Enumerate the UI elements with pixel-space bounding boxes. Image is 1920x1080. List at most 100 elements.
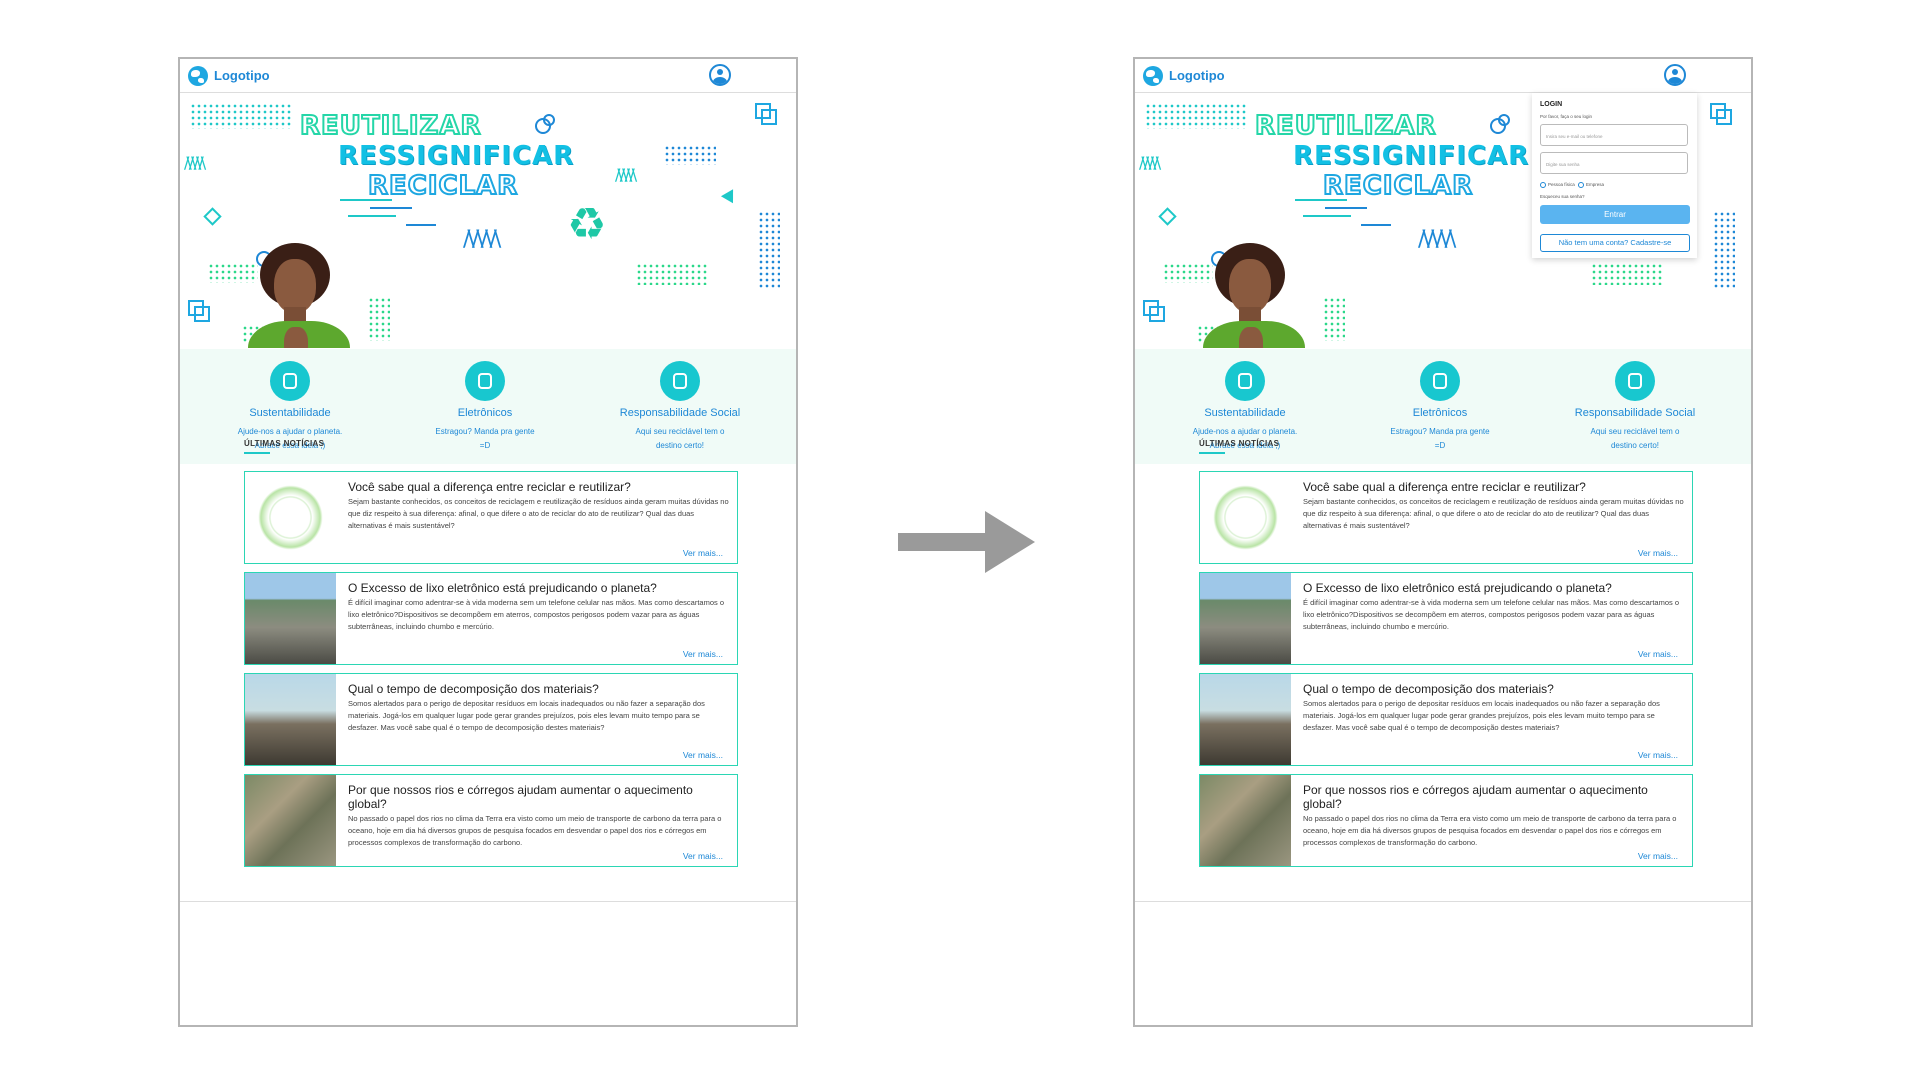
woman-photo xyxy=(1203,243,1313,348)
read-more-link[interactable]: Ver mais... xyxy=(683,548,723,558)
hero-banner: /\/\/\/\ /\/\/\/\ /\/\/\/\ REUTILIZAR RE… xyxy=(180,93,796,348)
category-description: Aqui seu reciclável tem o destino certo! xyxy=(635,427,725,450)
news-title: Qual o tempo de decomposição dos materia… xyxy=(1303,682,1554,696)
read-more-link[interactable]: Ver mais... xyxy=(683,750,723,760)
arrow-head xyxy=(985,511,1035,573)
circle-shape xyxy=(1498,114,1510,126)
line-shape xyxy=(1361,224,1391,226)
news-card[interactable]: Por que nossos rios e córregos ajudam au… xyxy=(1199,774,1693,867)
read-more-link[interactable]: Ver mais... xyxy=(1638,851,1678,861)
news-title: Você sabe qual a diferença entre recicla… xyxy=(348,480,631,494)
news-text: Somos alertados para o perigo de deposit… xyxy=(348,699,705,732)
login-submit-button[interactable]: Entrar xyxy=(1540,205,1690,224)
news-image xyxy=(1200,472,1291,563)
banner-word-ressignificar: RESSIGNIFICAR xyxy=(1293,141,1530,171)
news-text: Sejam bastante conhecidos, os conceitos … xyxy=(1303,497,1684,530)
login-title: LOGIN xyxy=(1540,101,1563,108)
news-heading: ÚLTIMAS NOTÍCIAS xyxy=(244,439,325,448)
diamond-shape xyxy=(1158,207,1177,226)
news-card[interactable]: Você sabe qual a diferença entre recicla… xyxy=(244,471,738,564)
zigzag-shape: /\/\/\/\ xyxy=(1139,153,1161,172)
square-shape xyxy=(194,306,210,322)
user-icon[interactable] xyxy=(709,64,731,86)
news-card[interactable]: Por que nossos rios e córregos ajudam au… xyxy=(244,774,738,867)
category-description: Aqui seu reciclável tem o destino certo! xyxy=(1590,427,1680,450)
zigzag-shape: /\/\/\/\ xyxy=(184,153,206,172)
dot-pattern xyxy=(1713,211,1735,289)
news-card[interactable]: Qual o tempo de decomposição dos materia… xyxy=(244,673,738,766)
news-title: Por que nossos rios e córregos ajudam au… xyxy=(348,783,693,811)
news-card[interactable]: O Excesso de lixo eletrônico está prejud… xyxy=(1199,572,1693,665)
square-shape xyxy=(1716,109,1732,125)
news-text: É difícil imaginar como adentrar-se à vi… xyxy=(1303,598,1679,631)
read-more-link[interactable]: Ver mais... xyxy=(683,851,723,861)
news-card[interactable]: O Excesso de lixo eletrônico está prejud… xyxy=(244,572,738,665)
news-title: Você sabe qual a diferença entre recicla… xyxy=(1303,480,1586,494)
dot-pattern xyxy=(1323,297,1345,341)
radio-label: Empresa xyxy=(1586,182,1605,188)
dot-pattern xyxy=(190,103,292,129)
header: Logotipo xyxy=(1135,59,1751,93)
category-title: Responsabilidade Social xyxy=(619,407,741,419)
banner-word-reciclar: RECICLAR xyxy=(367,170,519,202)
news-image xyxy=(1200,775,1291,866)
banner-word-reutilizar: REUTILIZAR xyxy=(299,110,482,142)
line-shape xyxy=(1303,215,1351,217)
news-image xyxy=(245,674,336,765)
news-title: O Excesso de lixo eletrônico está prejud… xyxy=(348,581,657,595)
circle-shape xyxy=(543,114,555,126)
read-more-link[interactable]: Ver mais... xyxy=(683,649,723,659)
news-image xyxy=(245,472,336,563)
login-popover: LOGIN Por favor, faça o seu login Insira… xyxy=(1532,93,1697,258)
earth-hand-icon xyxy=(1615,361,1655,401)
news-image xyxy=(1200,674,1291,765)
category-title: Sustentabilidade xyxy=(249,407,331,419)
category-title: Responsabilidade Social xyxy=(1574,407,1696,419)
diamond-shape xyxy=(203,207,222,226)
category-title: Eletrônicos xyxy=(1412,407,1468,419)
read-more-link[interactable]: Ver mais... xyxy=(1638,548,1678,558)
email-field[interactable]: Insira seu e-mail ou telefone xyxy=(1540,124,1688,146)
radio-pessoa-fisica[interactable]: Pessoa física xyxy=(1540,182,1575,188)
banner-word-ressignificar: RESSIGNIFICAR xyxy=(338,141,575,171)
password-field[interactable]: Digite sua senha xyxy=(1540,152,1688,174)
dot-pattern xyxy=(1145,103,1247,129)
news-text: No passado o papel dos rios no clima da … xyxy=(1303,814,1677,847)
dot-pattern xyxy=(636,263,708,285)
news-image xyxy=(245,573,336,664)
category-eletronicos[interactable]: Eletrônicos Estragou? Manda pra gente =D xyxy=(415,361,555,453)
news-card[interactable]: Qual o tempo de decomposição dos materia… xyxy=(1199,673,1693,766)
login-subtitle: Por favor, faça o seu login xyxy=(1540,114,1593,119)
square-shape xyxy=(1149,306,1165,322)
user-icon[interactable] xyxy=(1664,64,1686,86)
logo-text[interactable]: Logotipo xyxy=(1169,68,1225,83)
recycle-icon: ♻ xyxy=(567,199,607,250)
dot-pattern xyxy=(664,145,716,165)
read-more-link[interactable]: Ver mais... xyxy=(1638,649,1678,659)
forgot-password-link[interactable]: Esqueceu sua senha? xyxy=(1540,194,1585,199)
triangle-shape xyxy=(720,189,740,207)
line-shape xyxy=(370,207,412,209)
radio-empresa[interactable]: Empresa xyxy=(1578,182,1604,188)
category-responsabilidade-social[interactable]: Responsabilidade Social Aqui seu reciclá… xyxy=(610,361,750,453)
read-more-link[interactable]: Ver mais... xyxy=(1638,750,1678,760)
category-description: Estragou? Manda pra gente =D xyxy=(435,427,535,450)
category-eletronicos[interactable]: Eletrônicos Estragou? Manda pra gente =D xyxy=(1370,361,1510,453)
register-button[interactable]: Não tem uma conta? Cadastre-se xyxy=(1540,234,1690,252)
line-shape xyxy=(1325,207,1367,209)
news-heading-underline xyxy=(1199,452,1225,454)
zigzag-shape: /\/\/\/\ xyxy=(615,165,637,184)
news-title: Qual o tempo de decomposição dos materia… xyxy=(348,682,599,696)
category-responsabilidade-social[interactable]: Responsabilidade Social Aqui seu reciclá… xyxy=(1565,361,1705,453)
news-image xyxy=(245,775,336,866)
category-title: Eletrônicos xyxy=(457,407,513,419)
arrow-right-icon xyxy=(898,533,986,551)
news-text: Sejam bastante conhecidos, os conceitos … xyxy=(348,497,729,530)
news-heading-underline xyxy=(244,452,270,454)
category-description: Estragou? Manda pra gente =D xyxy=(1390,427,1490,450)
globe-icon xyxy=(1143,66,1163,86)
news-title: O Excesso de lixo eletrônico está prejud… xyxy=(1303,581,1612,595)
plant-icon xyxy=(270,361,310,401)
news-card[interactable]: Você sabe qual a diferença entre recicla… xyxy=(1199,471,1693,564)
logo-text[interactable]: Logotipo xyxy=(214,68,270,83)
